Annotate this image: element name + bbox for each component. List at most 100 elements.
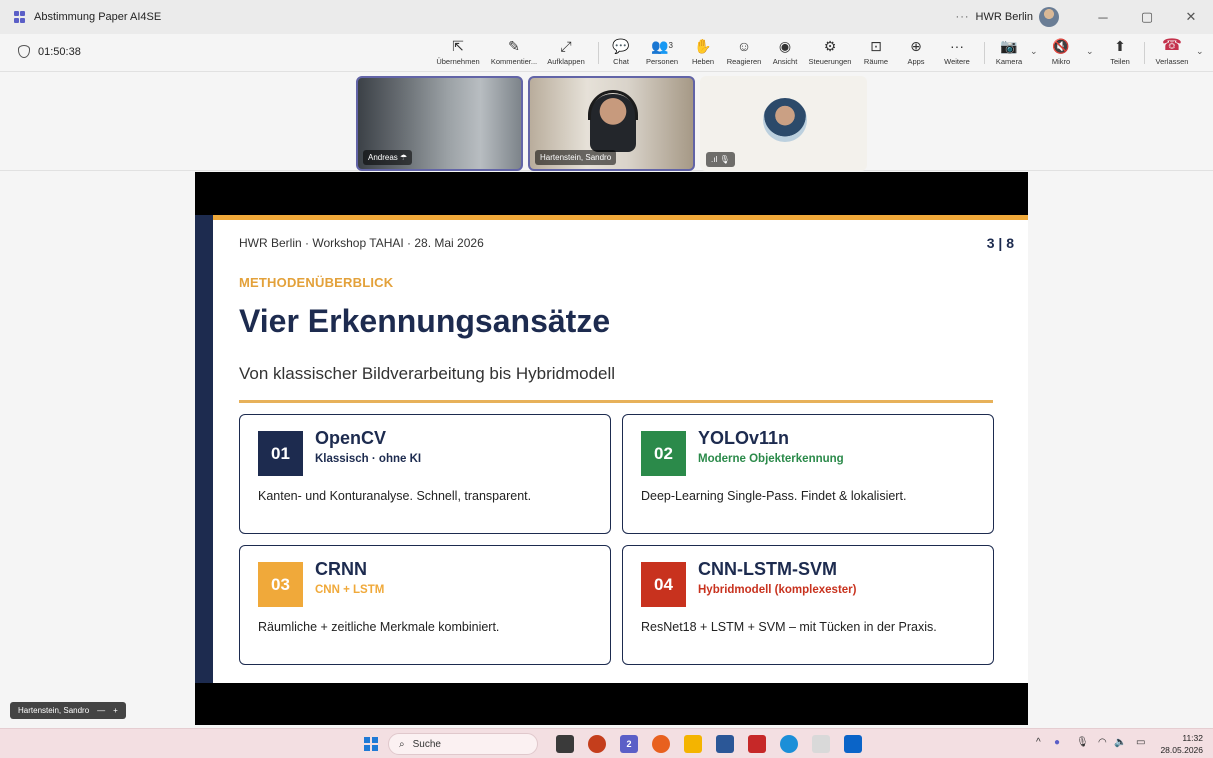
windows-taskbar: ⌕ Suche 2 ^ ● 🎙 ◠ 🔈 ▭ 11:32 28.05.2026 — [0, 728, 1213, 758]
card-subtitle: Hybridmodell (komplexester) — [698, 584, 857, 596]
view-icon: ◉ — [778, 38, 792, 54]
card-description: Kanten- und Konturanalyse. Schnell, tran… — [258, 489, 532, 503]
powerpoint-icon[interactable] — [588, 735, 606, 753]
org-name: HWR Berlin — [975, 11, 1033, 23]
chat-button[interactable]: 💬 Chat — [608, 36, 634, 70]
slide-accent-bar — [195, 215, 213, 683]
controls-button[interactable]: ⚙ Steuerungen — [806, 36, 854, 70]
raise-hand-button[interactable]: ✋ Heben — [690, 36, 716, 70]
participant-avatar — [763, 98, 807, 142]
method-card: 03 CRNN CNN + LSTM Räumliche + zeitliche… — [239, 545, 611, 665]
slide-subtitle: Von klassischer Bildverarbeitung bis Hyb… — [239, 364, 616, 383]
participant-name: Andreas ☂ — [363, 150, 413, 165]
paint-icon[interactable] — [812, 735, 830, 753]
taskbar-search[interactable]: ⌕ Suche — [388, 733, 538, 755]
card-title: YOLOv11n — [698, 428, 790, 448]
slide-divider — [239, 400, 993, 403]
card-subtitle: CNN + LSTM — [315, 584, 385, 596]
mic-button[interactable]: 🔇 Mikro — [1044, 36, 1078, 70]
toolbar-divider — [598, 42, 599, 64]
hang-up-icon: ☎ — [1162, 37, 1182, 54]
people-count: 3 — [668, 41, 673, 50]
outlook-icon[interactable] — [844, 735, 862, 753]
camera-options-chevron-icon[interactable]: ⌄ — [1030, 46, 1038, 57]
timer-text: 01:50:38 — [38, 45, 81, 58]
leave-options-chevron-icon[interactable]: ⌄ — [1196, 46, 1204, 57]
system-clock[interactable]: 11:32 28.05.2026 — [1160, 732, 1203, 756]
mic-options-chevron-icon[interactable]: ⌄ — [1086, 46, 1094, 57]
take-control-button[interactable]: ⇱ Übernehmen — [436, 36, 480, 70]
slide-page-number: 3 | 8 — [986, 235, 1014, 251]
camera-button[interactable]: 📷 Kamera — [994, 36, 1024, 70]
rooms-button[interactable]: ⊡ Räume — [862, 36, 890, 70]
word-icon[interactable] — [716, 735, 734, 753]
card-title: OpenCV — [315, 428, 387, 448]
method-card: 02 YOLOv11n Moderne Objekterkennung Deep… — [622, 414, 994, 534]
leave-button[interactable]: ☎ Verlassen — [1152, 36, 1192, 70]
task-view-icon[interactable] — [556, 735, 574, 753]
close-button[interactable]: ✕ — [1169, 0, 1213, 34]
card-number: 01 — [258, 431, 303, 476]
people-icon: 👥 — [651, 38, 669, 54]
more-options-icon[interactable]: ··· — [956, 11, 970, 23]
participant-name: Hartenstein, Sandro — [535, 150, 617, 165]
apps-button[interactable]: ⊕ Apps — [904, 36, 928, 70]
slide-top-stripe — [213, 215, 1028, 220]
pop-out-button[interactable]: ⤢ Aufklappen — [546, 36, 586, 70]
more-button[interactable]: ··· Weitere — [940, 36, 974, 70]
volume-icon[interactable]: 🔈 — [1114, 737, 1126, 748]
wifi-icon[interactable]: ◠ — [1098, 737, 1107, 748]
acrobat-icon[interactable] — [748, 735, 766, 753]
card-number: 02 — [641, 431, 686, 476]
teams-tray-icon[interactable]: ● — [1054, 737, 1060, 748]
share-button[interactable]: ⬆ Teilen — [1106, 36, 1134, 70]
card-number: 04 — [641, 562, 686, 607]
participant-tile-andreas[interactable]: Andreas ☂ — [356, 76, 523, 171]
card-description: ResNet18 + LSTM + SVM – mit Tücken in de… — [641, 620, 937, 634]
people-button[interactable]: 👥 3 Personen — [644, 36, 680, 70]
title-bar: Abstimmung Paper AI4SE ··· HWR Berlin ─ … — [0, 0, 1213, 34]
controls-icon: ⚙ — [823, 38, 837, 54]
shared-screen: HWR Berlin · Workshop TAHAI · 28. Mai 20… — [195, 172, 1028, 725]
tray-overflow-icon[interactable]: ^ — [1036, 737, 1041, 748]
react-button[interactable]: ☺ Reagieren — [724, 36, 764, 70]
participant-tile-self[interactable]: .ıl 🎙 — [700, 76, 867, 171]
mic-muted-indicator-icon: .ıl 🎙 — [706, 152, 735, 167]
raised-hand-icon: ☂ — [400, 153, 408, 162]
zoom-out-icon[interactable]: — — [97, 706, 105, 715]
method-card: 04 CNN-LSTM-SVM Hybridmodell (komplexest… — [622, 545, 994, 665]
camera-off-icon: 📷 — [1000, 38, 1018, 54]
card-subtitle: Klassisch · ohne KI — [315, 453, 422, 465]
participant-tile-hartenstein[interactable]: Hartenstein, Sandro — [528, 76, 695, 171]
user-avatar[interactable] — [1039, 7, 1059, 27]
teams-icon[interactable]: 2 — [620, 735, 638, 753]
firefox-icon[interactable] — [652, 735, 670, 753]
teams-badge: 2 — [626, 739, 632, 749]
zoom-in-icon[interactable]: + — [113, 706, 118, 715]
edge-icon[interactable] — [780, 735, 798, 753]
headset-icon — [588, 90, 638, 120]
toolbar-divider — [984, 42, 985, 64]
file-explorer-icon[interactable] — [684, 735, 702, 753]
more-icon: ··· — [950, 38, 964, 54]
pen-icon: ✎ — [508, 38, 520, 54]
shared-content-stage: HWR Berlin · Workshop TAHAI · 28. Mai 20… — [0, 172, 1213, 727]
toolbar-divider — [1144, 42, 1145, 64]
presentation-slide: HWR Berlin · Workshop TAHAI · 28. Mai 20… — [195, 215, 1028, 683]
minimize-button[interactable]: ─ — [1081, 0, 1125, 34]
mic-muted-icon: 🔇 — [1052, 38, 1070, 54]
meeting-timer: 01:50:38 — [18, 45, 81, 58]
start-icon[interactable] — [364, 737, 378, 751]
chat-icon: 💬 — [612, 38, 630, 54]
search-icon: ⌕ — [399, 738, 405, 750]
account-switcher[interactable]: ··· HWR Berlin — [956, 7, 1059, 27]
view-button[interactable]: ◉ Ansicht — [770, 36, 800, 70]
battery-icon[interactable]: ▭ — [1136, 737, 1145, 748]
mic-tray-icon[interactable]: 🎙 — [1076, 737, 1089, 748]
card-title: CNN-LSTM-SVM — [698, 559, 837, 579]
presenter-name-chip[interactable]: Hartenstein, Sandro — + — [10, 702, 126, 719]
hand-icon: ✋ — [694, 38, 712, 54]
rooms-icon: ⊡ — [870, 38, 882, 54]
restore-button[interactable]: ▢ — [1125, 0, 1169, 34]
annotate-button[interactable]: ✎ Kommentier... — [486, 36, 542, 70]
